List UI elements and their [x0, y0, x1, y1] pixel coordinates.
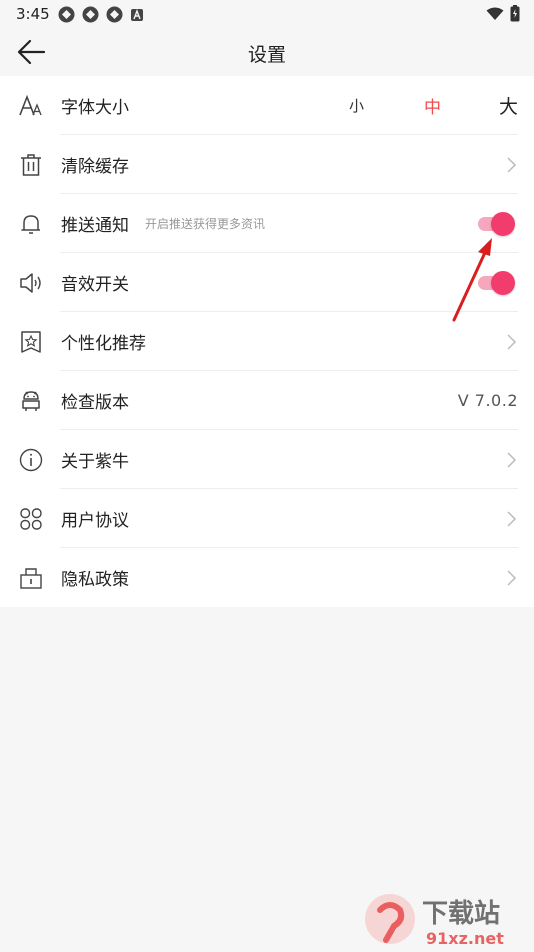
watermark-text: 下载站: [422, 899, 500, 929]
android-icon: [18, 388, 44, 414]
grid-icon: [18, 506, 44, 532]
user-agreement-label: 用户协议: [61, 511, 129, 531]
annotation-arrow-icon: [452, 238, 492, 322]
sound-label: 音效开关: [61, 275, 129, 295]
font-size-icon: [18, 93, 44, 119]
trash-icon: [18, 152, 44, 178]
check-version-row[interactable]: 检查版本 V 7.0.2: [0, 371, 534, 430]
lock-icon: [18, 565, 44, 591]
notification-icon: [58, 6, 75, 23]
push-notify-subtitle: 开启推送获得更多资讯: [145, 217, 266, 231]
watermark-subtext: 91xz.net: [426, 929, 504, 948]
speaker-icon: [18, 270, 44, 296]
watermark: 下载站 91xz.net: [360, 890, 530, 948]
toggle-knob: [491, 211, 515, 236]
notification-icon: [106, 6, 123, 23]
user-agreement-row[interactable]: 用户协议: [0, 489, 534, 548]
about-label: 关于紫牛: [61, 452, 129, 472]
notification-icon: [82, 6, 99, 23]
font-size-options: 小 中 大: [349, 92, 518, 119]
personal-rec-label: 个性化推荐: [61, 334, 146, 354]
chevron-right-icon: [507, 569, 517, 586]
font-size-label: 字体大小: [61, 98, 129, 118]
font-size-small[interactable]: 小: [349, 95, 364, 116]
info-icon: [18, 447, 44, 473]
chevron-right-icon: [507, 156, 517, 173]
push-notify-toggle[interactable]: [476, 211, 516, 236]
status-right: [486, 5, 520, 22]
font-size-medium[interactable]: 中: [424, 93, 441, 118]
status-time: 3:45: [16, 5, 50, 23]
top-bar: 设置: [0, 28, 534, 76]
bell-icon: [18, 211, 44, 237]
status-bar: 3:45: [0, 0, 534, 28]
chevron-right-icon: [507, 333, 517, 350]
page-title: 设置: [247, 44, 286, 66]
chevron-right-icon: [507, 451, 517, 468]
clear-cache-label: 清除缓存: [61, 157, 129, 177]
privacy-row[interactable]: 隐私政策: [0, 548, 534, 607]
clear-cache-row[interactable]: 清除缓存: [0, 135, 534, 194]
battery-icon: [510, 5, 520, 22]
app-a-icon: [131, 8, 143, 21]
privacy-label: 隐私政策: [61, 570, 129, 590]
chevron-right-icon: [507, 510, 517, 527]
about-row[interactable]: 关于紫牛: [0, 430, 534, 489]
settings-list: 字体大小 小 中 大 清除缓存 推送通知 开启推送获得更多资讯 音效开关 个性化…: [0, 76, 534, 607]
notification-icons: [58, 6, 144, 23]
star-badge-icon: [18, 329, 44, 355]
font-size-row: 字体大小 小 中 大: [0, 76, 534, 135]
wifi-icon: [486, 7, 504, 20]
check-version-label: 检查版本: [61, 393, 129, 413]
push-notify-label: 推送通知: [61, 216, 129, 236]
font-size-large[interactable]: 大: [499, 92, 518, 119]
version-value: V 7.0.2: [457, 391, 518, 410]
